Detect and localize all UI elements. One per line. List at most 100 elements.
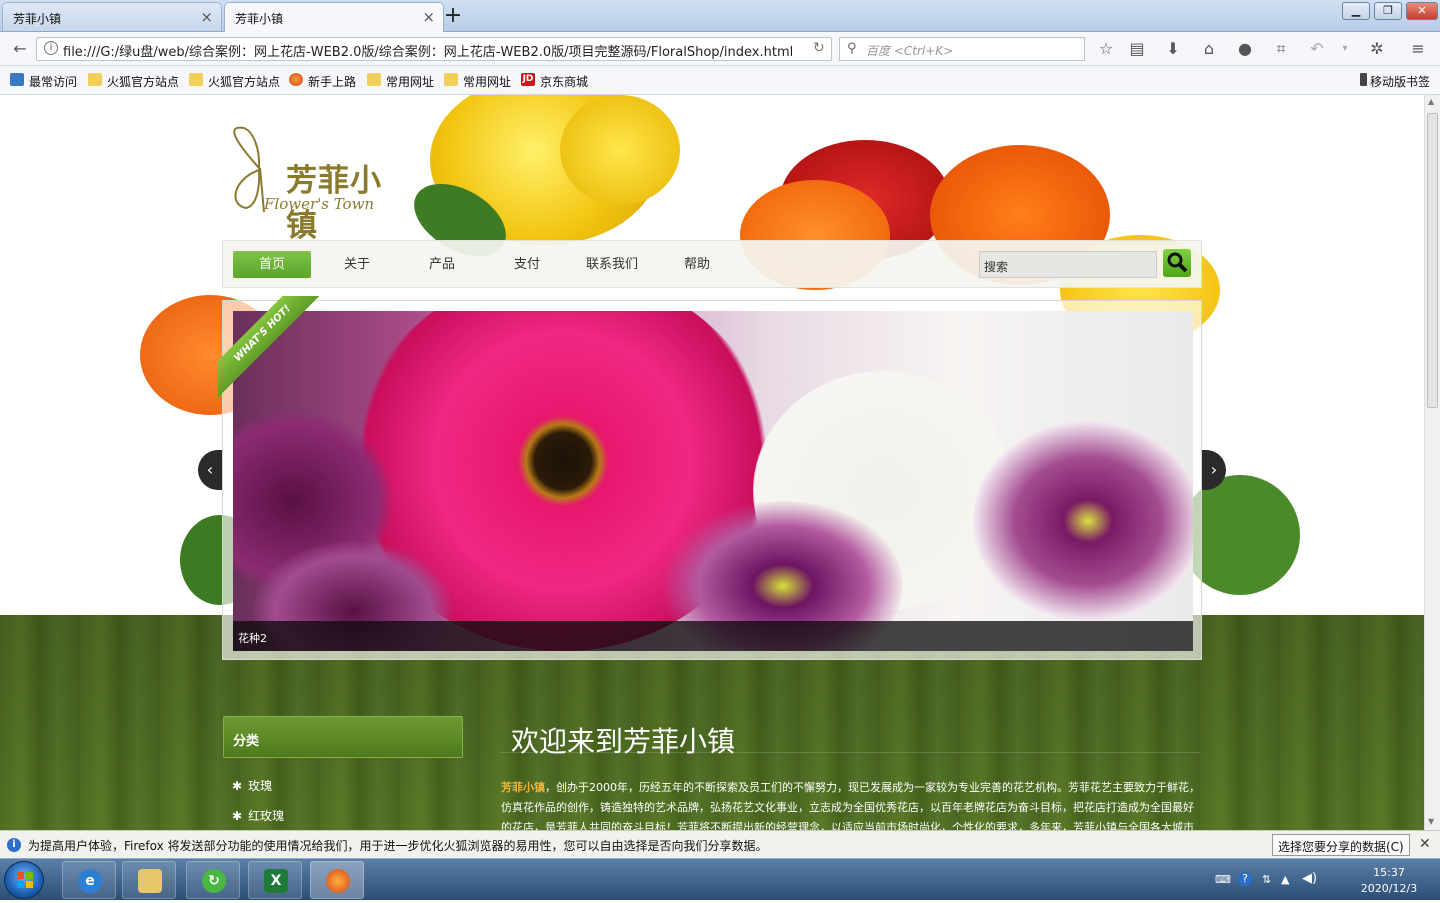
volume-icon[interactable]: ◀) <box>1302 871 1317 886</box>
category-item[interactable]: ✱ 玫瑰 <box>232 777 272 794</box>
bookmark-label: 移动版书签 <box>1370 75 1431 89</box>
undo-dropdown-icon[interactable]: ▾ <box>1333 38 1357 60</box>
close-window-button[interactable]: ✕ <box>1406 2 1438 20</box>
navigation-toolbar: ← i file:///G:/绿u盘/web/综合案例：网上花店-WEB2.0版… <box>0 32 1440 66</box>
folder-icon <box>367 73 381 86</box>
bookmark-label: 京东商城 <box>540 75 589 89</box>
slide-image[interactable]: 花种2 <box>233 311 1193 651</box>
most-visited-icon <box>10 73 24 86</box>
restore-button[interactable]: ❐ <box>1374 2 1402 20</box>
taskbar-ie[interactable]: e <box>62 861 116 899</box>
bookmarks-toolbar: 最常访问 火狐官方站点 火狐官方站点 新手上路 常用网址 常用网址 JD 京东商城… <box>0 66 1440 95</box>
chevron-left-icon: ‹ <box>206 460 214 479</box>
asterisk-icon: ✱ <box>232 809 243 823</box>
welcome-heading: 欢迎来到芳菲小镇 <box>511 725 736 758</box>
menu-item-about[interactable]: 关于 <box>318 251 396 278</box>
clock-date: 2020/12/3 <box>1360 882 1418 895</box>
reload-icon[interactable]: ↻ <box>807 40 825 56</box>
tab-active[interactable]: 芳菲小镇 × <box>224 2 444 33</box>
info-icon[interactable]: i <box>44 41 58 55</box>
scroll-up-icon[interactable]: ▲ <box>1428 97 1434 106</box>
download-icon[interactable]: ⬇ <box>1161 38 1185 60</box>
category-label: 红玫瑰 <box>248 809 285 823</box>
taskbar-firefox[interactable] <box>310 861 364 899</box>
web-search-input[interactable]: ⚲ 百度 <Ctrl+K> <box>839 37 1085 61</box>
category-label: 玫瑰 <box>248 779 273 793</box>
windows-logo-icon <box>17 872 33 888</box>
taskbar-explorer[interactable] <box>122 861 176 899</box>
folder-icon <box>189 73 203 86</box>
network-icon[interactable]: ⇅ <box>1262 873 1271 886</box>
folder-icon <box>88 73 102 86</box>
screenshot-icon[interactable]: ⌗ <box>1269 38 1293 60</box>
category-header: 分类 <box>223 716 463 758</box>
close-icon[interactable]: ✕ <box>1419 836 1431 852</box>
excel-icon: X <box>264 869 288 893</box>
intro-brand[interactable]: 芳菲小镇 <box>501 781 545 794</box>
taskbar-app[interactable]: ↻ <box>186 861 240 899</box>
home-icon[interactable]: ⌂ <box>1197 38 1221 60</box>
help-icon[interactable]: ? <box>1238 872 1252 886</box>
new-tab-button[interactable]: + <box>441 3 465 28</box>
tab-title: 芳菲小镇 <box>13 12 62 26</box>
menu-item-products[interactable]: 产品 <box>403 251 481 278</box>
notification-bar: i 为提高用户体验，Firefox 将发送部分功能的使用情况给我们，用于进一步优… <box>0 830 1440 858</box>
clock-time: 15:37 <box>1373 866 1405 879</box>
extension-icon[interactable]: ✲ <box>1365 38 1389 60</box>
menu-item-payment[interactable]: 支付 <box>488 251 566 278</box>
bookmark-star-icon[interactable]: ☆ <box>1094 38 1118 60</box>
menu-icon[interactable]: ≡ <box>1406 38 1430 60</box>
tab-inactive[interactable]: 芳菲小镇 × <box>2 2 222 31</box>
tab-title: 芳菲小镇 <box>235 12 284 26</box>
firefox-icon <box>326 869 350 893</box>
slide-caption: 花种2 <box>233 621 1193 651</box>
slider-prev-button[interactable]: ‹ <box>198 450 222 490</box>
bookmark-item[interactable]: 火狐官方站点 <box>88 73 179 90</box>
keyboard-icon[interactable]: ⌨ <box>1215 873 1231 886</box>
bookmark-label: 最常访问 <box>29 75 78 89</box>
sync-app-icon: ↻ <box>202 869 226 893</box>
menu-item-contact[interactable]: 联系我们 <box>573 251 651 278</box>
system-clock[interactable]: 15:37 2020/12/3 <box>1346 865 1432 897</box>
search-placeholder: 百度 <Ctrl+K> <box>866 44 954 58</box>
browser-tab-strip: 芳菲小镇 × 芳菲小镇 × + ▁ ❐ ✕ <box>0 0 1440 33</box>
bookmark-item[interactable]: 新手上路 <box>289 73 356 90</box>
share-data-button[interactable]: 选择您要分享的数据(C) <box>1272 834 1410 856</box>
url-text: file:///G:/绿u盘/web/综合案例：网上花店-WEB2.0版/综合案… <box>63 45 794 60</box>
page-scrollbar[interactable]: ▲ ▼ <box>1424 95 1440 830</box>
bookmark-item[interactable]: 火狐官方站点 <box>189 73 280 90</box>
bookmark-label: 火狐官方站点 <box>208 75 281 89</box>
chat-icon[interactable]: ● <box>1233 38 1257 60</box>
scrollbar-thumb[interactable] <box>1427 113 1438 408</box>
close-tab-icon[interactable]: × <box>422 8 435 26</box>
bookmark-item[interactable]: JD 京东商城 <box>521 73 588 90</box>
url-bar[interactable]: i file:///G:/绿u盘/web/综合案例：网上花店-WEB2.0版/综… <box>36 37 832 61</box>
menu-item-help[interactable]: 帮助 <box>658 251 736 278</box>
close-tab-icon[interactable]: × <box>200 8 213 26</box>
ribbon-text: WHAT'S HOT! <box>218 296 328 404</box>
reading-list-icon[interactable]: ▤ <box>1125 38 1149 60</box>
site-search-button[interactable] <box>1163 249 1191 277</box>
bookmark-item[interactable]: 最常访问 <box>10 73 77 90</box>
minimize-button[interactable]: ▁ <box>1342 2 1370 20</box>
main-menu: 首页 关于 产品 支付 联系我们 帮助 搜索 <box>222 240 1202 288</box>
menu-item-home[interactable]: 首页 <box>233 251 311 278</box>
bookmark-label: 火狐官方站点 <box>107 75 180 89</box>
category-item[interactable]: ✱ 红玫瑰 <box>232 807 284 824</box>
scroll-down-icon[interactable]: ▼ <box>1428 817 1434 826</box>
folder-icon <box>444 73 458 86</box>
bookmark-item[interactable]: 常用网址 <box>367 73 434 90</box>
firefox-icon <box>289 73 303 86</box>
tray-expand-icon[interactable]: ▲ <box>1281 873 1289 886</box>
undo-icon[interactable]: ↶ <box>1305 38 1329 60</box>
mobile-bookmarks[interactable]: 移动版书签 <box>1360 73 1430 90</box>
start-button[interactable] <box>4 861 44 899</box>
back-icon[interactable]: ← <box>8 38 32 60</box>
bookmark-label: 新手上路 <box>308 75 357 89</box>
chevron-right-icon: › <box>1210 460 1218 479</box>
windows-taskbar: e ↻ X ⌨ ? ⇅ ▲ ◀) 15:37 2020/12/3 <box>0 858 1440 900</box>
bookmark-item[interactable]: 常用网址 <box>444 73 511 90</box>
taskbar-excel[interactable]: X <box>248 861 302 899</box>
site-logo[interactable]: 芳菲小镇 Flower's Town <box>224 120 394 244</box>
site-search-input[interactable]: 搜索 <box>979 251 1157 278</box>
